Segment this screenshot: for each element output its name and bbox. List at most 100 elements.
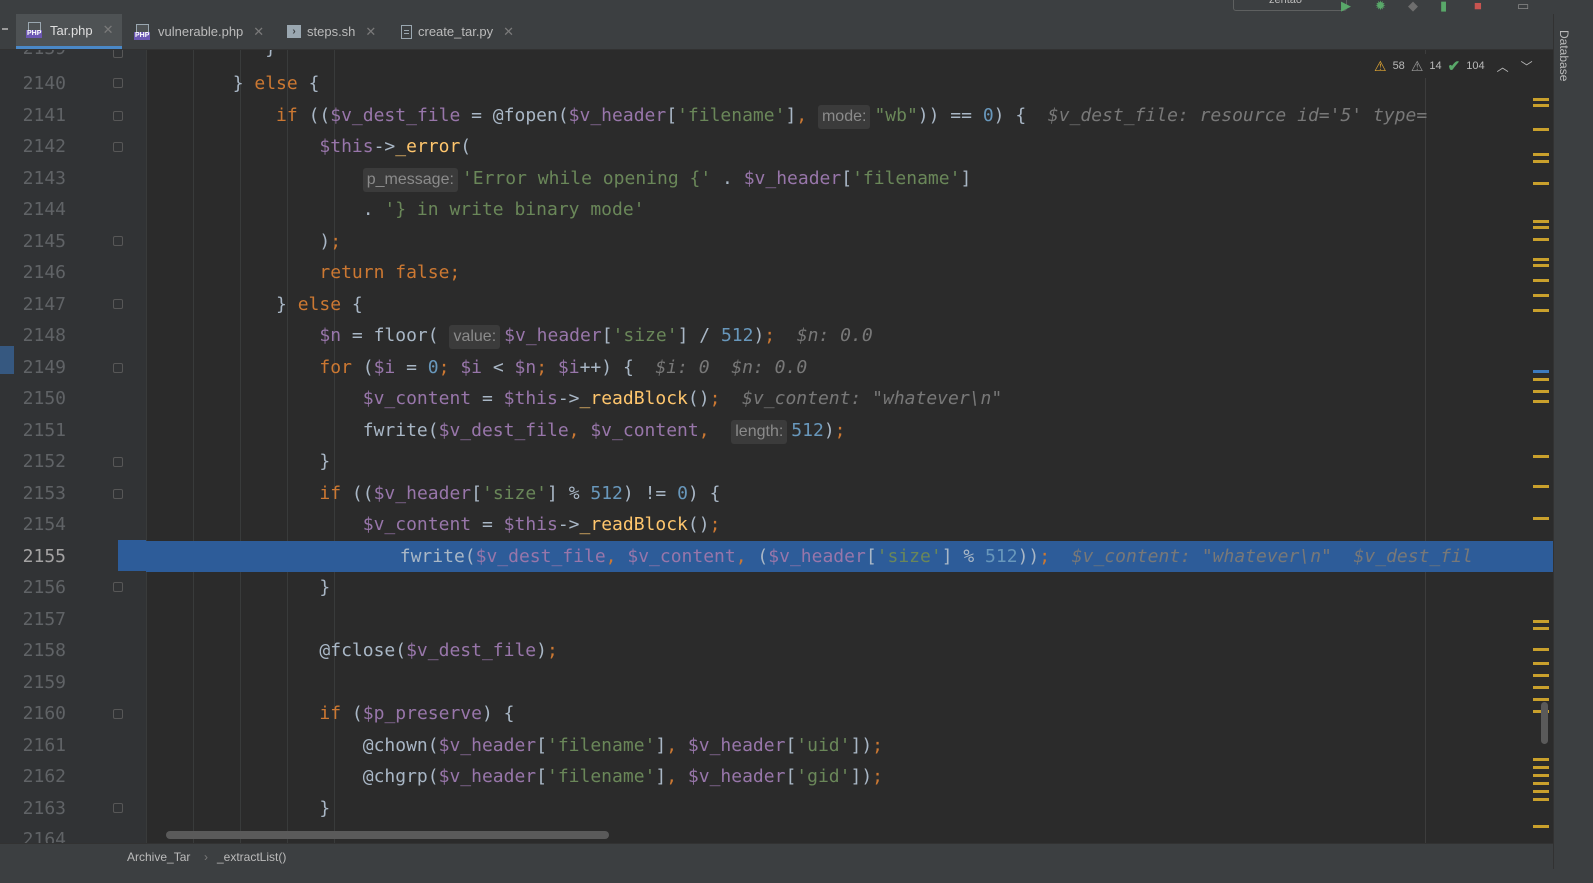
stripe-marker[interactable] [1533, 400, 1549, 403]
parameter-hint: mode: [817, 105, 871, 129]
database-label: Database [1557, 30, 1571, 82]
stripe-marker[interactable] [1533, 674, 1549, 677]
php-file-icon [134, 23, 152, 40]
stripe-marker[interactable] [1533, 390, 1549, 393]
debug-icon[interactable]: ✹ [1375, 0, 1386, 14]
stripe-marker[interactable] [1533, 485, 1549, 488]
tab-tar-php[interactable]: Tar.php ✕ [16, 14, 122, 49]
stripe-marker[interactable] [1533, 627, 1549, 630]
breadcrumb-method[interactable]: _extractList() [217, 850, 286, 864]
stripe-marker[interactable] [1533, 160, 1549, 163]
stripe-marker[interactable] [1533, 798, 1549, 801]
code-line: $this->_error( [319, 136, 472, 157]
checkmark-icon: ✔ [1447, 58, 1461, 75]
fold-marker-icon[interactable] [113, 582, 123, 592]
fold-marker-icon[interactable] [113, 363, 123, 373]
close-icon[interactable]: ✕ [253, 24, 264, 40]
stripe-marker[interactable] [1533, 182, 1549, 185]
code-line: fwrite($v_dest_file, $v_content, length:… [146, 415, 846, 446]
fold-marker-icon[interactable] [113, 803, 123, 813]
debug-value: $n: 0.0 [796, 325, 873, 346]
fold-marker-icon[interactable] [113, 236, 123, 246]
debug-value: $v_content: "whatever\n" [1071, 546, 1332, 567]
stripe-marker[interactable] [1533, 238, 1549, 241]
stripe-marker[interactable] [1533, 264, 1549, 267]
code-line: } [146, 798, 331, 819]
close-icon[interactable]: ✕ [103, 22, 114, 38]
profile-icon[interactable]: ▮ [1440, 0, 1447, 14]
tab-create-tar-py[interactable]: create_tar.py ✕ [401, 14, 514, 49]
stripe-marker[interactable] [1533, 648, 1549, 651]
line-number: 2140 [22, 73, 66, 94]
fold-marker-icon[interactable] [113, 78, 123, 88]
layout-icon[interactable]: ▭ [1517, 0, 1529, 14]
line-number: 2160 [22, 703, 66, 724]
inspection-widget[interactable]: ⚠ 58 ⚠ 14 ✔ 104 ︿ ﹀ [1368, 54, 1539, 78]
run-configuration-selector[interactable]: zentao [1233, 0, 1347, 11]
stripe-marker[interactable] [1533, 220, 1549, 223]
stop-icon[interactable]: ■ [1474, 0, 1482, 13]
line-number-gutter[interactable]: 2139 2140 2141 2142 2143 2144 2145 2146 … [14, 50, 146, 865]
tab-label: create_tar.py [418, 24, 494, 39]
line-number: 2161 [22, 735, 66, 756]
stripe-marker[interactable] [1533, 153, 1549, 156]
tab-label: Tar.php [50, 22, 93, 38]
stripe-marker[interactable] [1533, 370, 1549, 373]
stripe-marker[interactable] [1533, 758, 1549, 761]
stripe-marker[interactable] [1533, 104, 1549, 107]
tab-steps-sh[interactable]: › steps.sh ✕ [287, 14, 376, 49]
stripe-marker[interactable] [1533, 825, 1549, 828]
chevron-up-icon[interactable]: ︿ [1497, 58, 1509, 75]
code-line: $n = floor( value: $v_header['size'] / 51… [146, 320, 873, 351]
weak-warning-icon: ⚠ [1410, 57, 1424, 74]
stripe-marker[interactable] [1533, 517, 1549, 520]
stripe-marker[interactable] [1533, 294, 1549, 297]
stripe-marker[interactable] [1533, 279, 1549, 282]
run-icon[interactable]: ▶ [1341, 0, 1351, 14]
line-number: 2155 [22, 546, 66, 567]
fold-marker-icon[interactable] [113, 709, 123, 719]
fold-marker-icon[interactable] [113, 142, 123, 152]
stripe-marker[interactable] [1533, 698, 1549, 701]
fold-marker-icon[interactable] [113, 457, 123, 467]
stripe-marker[interactable] [1533, 226, 1549, 229]
collapse-tabs-icon[interactable] [2, 28, 8, 30]
tab-vulnerable-php[interactable]: vulnerable.php ✕ [134, 14, 264, 49]
stripe-marker[interactable] [1533, 620, 1549, 623]
stripe-marker[interactable] [1533, 662, 1549, 665]
close-icon[interactable]: ✕ [365, 24, 376, 40]
vertical-scrollbar[interactable] [1541, 702, 1548, 744]
stripe-marker[interactable] [1533, 258, 1549, 261]
breadcrumb-class[interactable]: Archive_Tar [127, 850, 190, 864]
close-icon[interactable]: ✕ [503, 24, 514, 40]
stripe-marker[interactable] [1533, 128, 1549, 131]
stripe-marker[interactable] [1533, 774, 1549, 777]
line-number: 2162 [22, 766, 66, 787]
fold-marker-icon[interactable] [113, 50, 123, 58]
stripe-marker[interactable] [1533, 455, 1549, 458]
ok-count: 104 [1466, 60, 1485, 72]
debug-value: $v_content: "whatever\n" [742, 388, 1003, 409]
stripe-marker[interactable] [1533, 766, 1549, 769]
code-line: @chgrp($v_header['filename'], $v_header[… [146, 766, 884, 787]
code-editor[interactable]: } } else { if (($v_dest_file = @fopen($v… [146, 50, 1553, 843]
stripe-marker[interactable] [1533, 686, 1549, 689]
code-line: for ($i = 0; $i < $n; $i++) { $i: 0 $n: … [319, 357, 808, 378]
bookmark-marker [0, 346, 14, 374]
weak-warning-count: 14 [1429, 60, 1442, 72]
coverage-icon[interactable]: ◆ [1408, 0, 1418, 14]
fold-marker-icon[interactable] [113, 489, 123, 499]
stripe-marker[interactable] [1533, 782, 1549, 785]
fold-marker-icon[interactable] [113, 111, 123, 121]
fold-marker-icon[interactable] [113, 299, 123, 309]
chevron-down-icon[interactable]: ﹀ [1521, 58, 1533, 75]
database-tool-button[interactable]: Database [1557, 30, 1571, 81]
stripe-marker[interactable] [1533, 378, 1549, 381]
horizontal-scrollbar[interactable] [166, 831, 609, 839]
line-number: 2145 [22, 231, 66, 252]
current-line-gutter-highlight [118, 540, 146, 571]
stripe-marker[interactable] [1533, 309, 1549, 312]
code-line: } else { [146, 294, 363, 315]
stripe-marker[interactable] [1533, 790, 1549, 793]
stripe-marker[interactable] [1533, 98, 1549, 101]
